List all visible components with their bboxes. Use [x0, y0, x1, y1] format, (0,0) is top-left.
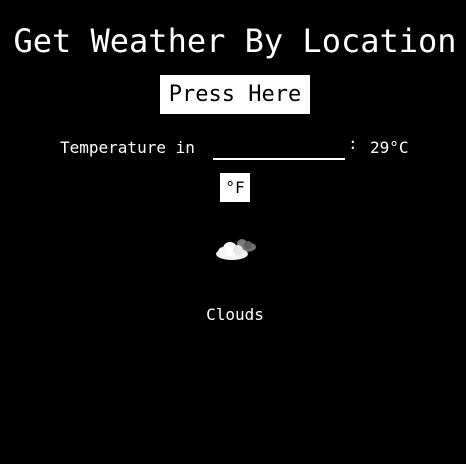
unit-toggle-button[interactable]: °F — [220, 173, 250, 202]
weather-condition: Clouds — [206, 305, 264, 324]
partly-cloudy-icon — [212, 234, 260, 266]
temperature-label: Temperature in — [60, 138, 195, 157]
temperature-value: 29°C — [370, 138, 409, 157]
get-weather-button[interactable]: Press Here — [160, 75, 310, 114]
page-title: Get Weather By Location — [13, 22, 457, 60]
temperature-separator: : — [348, 134, 358, 153]
location-input[interactable] — [213, 136, 345, 160]
weather-app: Get Weather By Location Press Here Tempe… — [0, 0, 466, 464]
